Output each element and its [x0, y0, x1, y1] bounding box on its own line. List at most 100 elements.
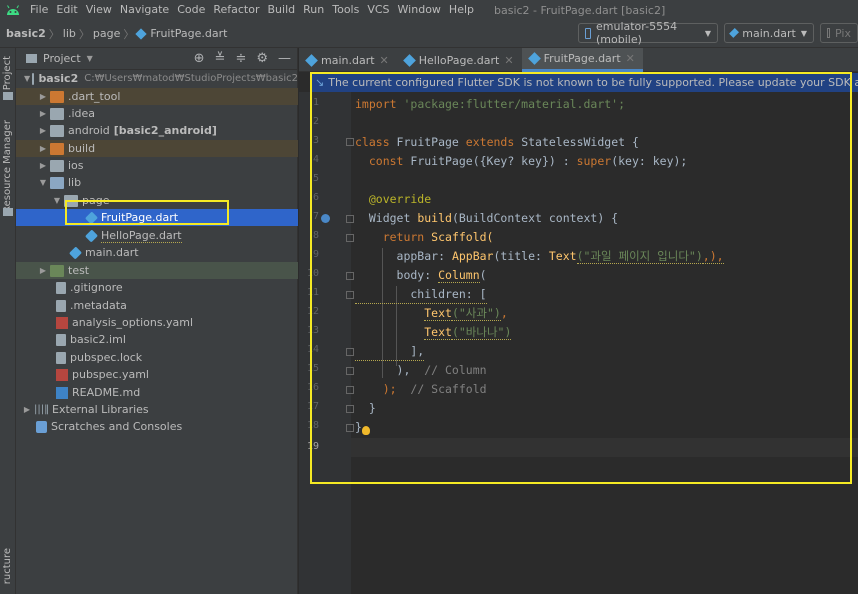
tree-item-scratches[interactable]: Scratches and Consoles [16, 418, 298, 435]
chevron-down-icon[interactable]: ▼ [52, 196, 62, 205]
chevron-right-icon[interactable]: ▶ [38, 109, 48, 118]
scratches-icon [36, 420, 47, 433]
menu-bar: File Edit View Navigate Code Refactor Bu… [0, 0, 858, 20]
breadcrumb-page[interactable]: page [93, 27, 120, 40]
tree-item-label: analysis_options.yaml [72, 316, 194, 329]
tree-item-pubspec-yaml[interactable]: pubspec.yaml [16, 366, 298, 383]
project-panel-tools: ⊕ ≚ ≑ ⚙ — [194, 51, 291, 66]
close-icon[interactable]: ✕ [380, 54, 389, 67]
flutter-icon [729, 27, 740, 39]
resource-manager-tool-tab[interactable]: Resource Manager [2, 120, 13, 213]
tree-item-hellopage[interactable]: HelloPage.dart [16, 227, 298, 244]
tree-item-android[interactable]: ▶ android [basic2_android] [16, 122, 298, 139]
tree-item-label: README.md [72, 386, 141, 399]
tree-item-dart-tool[interactable]: ▶ .dart_tool [16, 88, 298, 105]
close-icon[interactable]: ✕ [504, 54, 513, 67]
tree-item-build[interactable]: ▶ build [16, 140, 298, 157]
tree-item-label: main.dart [85, 246, 139, 259]
chevron-down-icon[interactable]: ▼ [87, 54, 93, 63]
locate-file-icon[interactable]: ⊕ [194, 51, 205, 66]
tab-fruitpage-dart[interactable]: FruitPage.dart ✕ [521, 48, 643, 72]
project-view-title[interactable]: Project [43, 52, 81, 65]
libraries-icon: |||‖ [34, 404, 50, 415]
tree-item-idea[interactable]: ▶ .idea [16, 105, 298, 122]
run-config-selector[interactable]: main.dart ▼ [724, 23, 814, 43]
module-folder-icon [50, 124, 64, 137]
project-view-icon [26, 54, 37, 63]
chevron-down-icon[interactable]: ▼ [24, 74, 30, 83]
device-selector[interactable]: emulator-5554 (mobile) ▼ [578, 20, 718, 46]
excluded-folder-icon [50, 142, 64, 155]
tree-item-label: android [68, 124, 110, 137]
menu-view[interactable]: View [82, 0, 116, 20]
expand-all-icon[interactable]: ≚ [215, 51, 226, 66]
menu-code[interactable]: Code [173, 0, 209, 20]
pixel-button-label: Pix [835, 26, 851, 40]
menu-edit[interactable]: Edit [52, 0, 81, 20]
chevron-down-icon[interactable]: ▼ [38, 178, 48, 187]
close-icon[interactable]: ✕ [626, 52, 635, 65]
tree-item-label: Scratches and Consoles [51, 420, 183, 433]
project-tool-tab[interactable]: Project [2, 56, 13, 90]
tree-item-gitignore[interactable]: .gitignore [16, 279, 298, 296]
breadcrumb-lib[interactable]: lib [63, 27, 76, 40]
menu-refactor[interactable]: Refactor [209, 0, 263, 20]
menu-vcs[interactable]: VCS [363, 0, 393, 20]
gear-icon[interactable]: ⚙ [256, 51, 268, 66]
tree-item-main[interactable]: main.dart [16, 244, 298, 261]
tab-hellopage-dart[interactable]: HelloPage.dart ✕ [397, 48, 522, 72]
menu-navigate[interactable]: Navigate [116, 0, 173, 20]
breadcrumb-file[interactable]: FruitPage.dart [135, 27, 227, 40]
root-label: basic2 [38, 72, 79, 85]
tree-item-label: .idea [68, 107, 96, 120]
pixel-button[interactable]: Pix [820, 23, 858, 43]
tree-item-readme[interactable]: README.md [16, 384, 298, 401]
excluded-folder-icon [50, 90, 64, 103]
structure-tool-tab[interactable]: ructure [2, 548, 13, 584]
folder-icon [50, 107, 64, 120]
device-frame-icon [827, 28, 831, 38]
collapse-all-icon[interactable]: ≑ [235, 51, 246, 66]
menu-window[interactable]: Window [394, 0, 445, 20]
text-file-icon [56, 281, 66, 294]
tree-item-metadata[interactable]: .metadata [16, 297, 298, 314]
dart-file-icon [305, 53, 318, 67]
chevron-right-icon[interactable]: ▶ [38, 144, 48, 153]
editor-tabs: main.dart ✕ HelloPage.dart ✕ FruitPage.d… [299, 48, 858, 72]
module-file-icon [56, 333, 66, 346]
tree-item-root[interactable]: ▼ basic2 C:₩Users₩matod₩StudioProjects₩b… [24, 70, 298, 87]
menu-file[interactable]: File [26, 0, 52, 20]
tree-item-label: test [68, 264, 90, 277]
chevron-right-icon[interactable]: ▶ [38, 92, 48, 101]
chevron-right-icon[interactable]: ▶ [22, 405, 32, 414]
breadcrumb-separator: 〉 [78, 27, 90, 41]
breadcrumb-project[interactable]: basic2 [0, 27, 46, 40]
chevron-right-icon[interactable]: ▶ [38, 266, 48, 275]
left-tool-strip: Project Resource Manager ructure [0, 48, 16, 594]
tree-item-label: .gitignore [70, 281, 123, 294]
test-folder-icon [50, 264, 64, 277]
chevron-right-icon[interactable]: ▶ [38, 126, 48, 135]
menu-tools[interactable]: Tools [328, 0, 363, 20]
tree-item-iml[interactable]: basic2.iml [16, 331, 298, 348]
text-file-icon [56, 299, 66, 312]
window-title: basic2 - FruitPage.dart [basic2] [494, 3, 666, 17]
tree-item-ios[interactable]: ▶ ios [16, 157, 298, 174]
tree-item-external-libraries[interactable]: ▶ |||‖ External Libraries [16, 401, 298, 418]
tab-main-dart[interactable]: main.dart ✕ [299, 48, 397, 72]
menu-help[interactable]: Help [445, 0, 478, 20]
tree-item-pubspec-lock[interactable]: pubspec.lock [16, 349, 298, 366]
tree-item-test[interactable]: ▶ test [16, 262, 298, 279]
menu-run[interactable]: Run [299, 0, 328, 20]
hide-panel-icon[interactable]: — [278, 51, 291, 66]
lock-file-icon [56, 351, 66, 364]
chevron-right-icon[interactable]: ▶ [38, 161, 48, 170]
tree-item-lib[interactable]: ▼ lib [16, 174, 298, 191]
tree-item-label: basic2.iml [70, 333, 126, 346]
tree-item-analysis-options[interactable]: analysis_options.yaml [16, 314, 298, 331]
tree-item-label: .metadata [70, 299, 127, 312]
folder-icon [3, 92, 13, 100]
menu-build[interactable]: Build [264, 0, 300, 20]
chevron-down-icon: ▼ [704, 28, 711, 38]
android-studio-logo-icon [0, 0, 26, 20]
